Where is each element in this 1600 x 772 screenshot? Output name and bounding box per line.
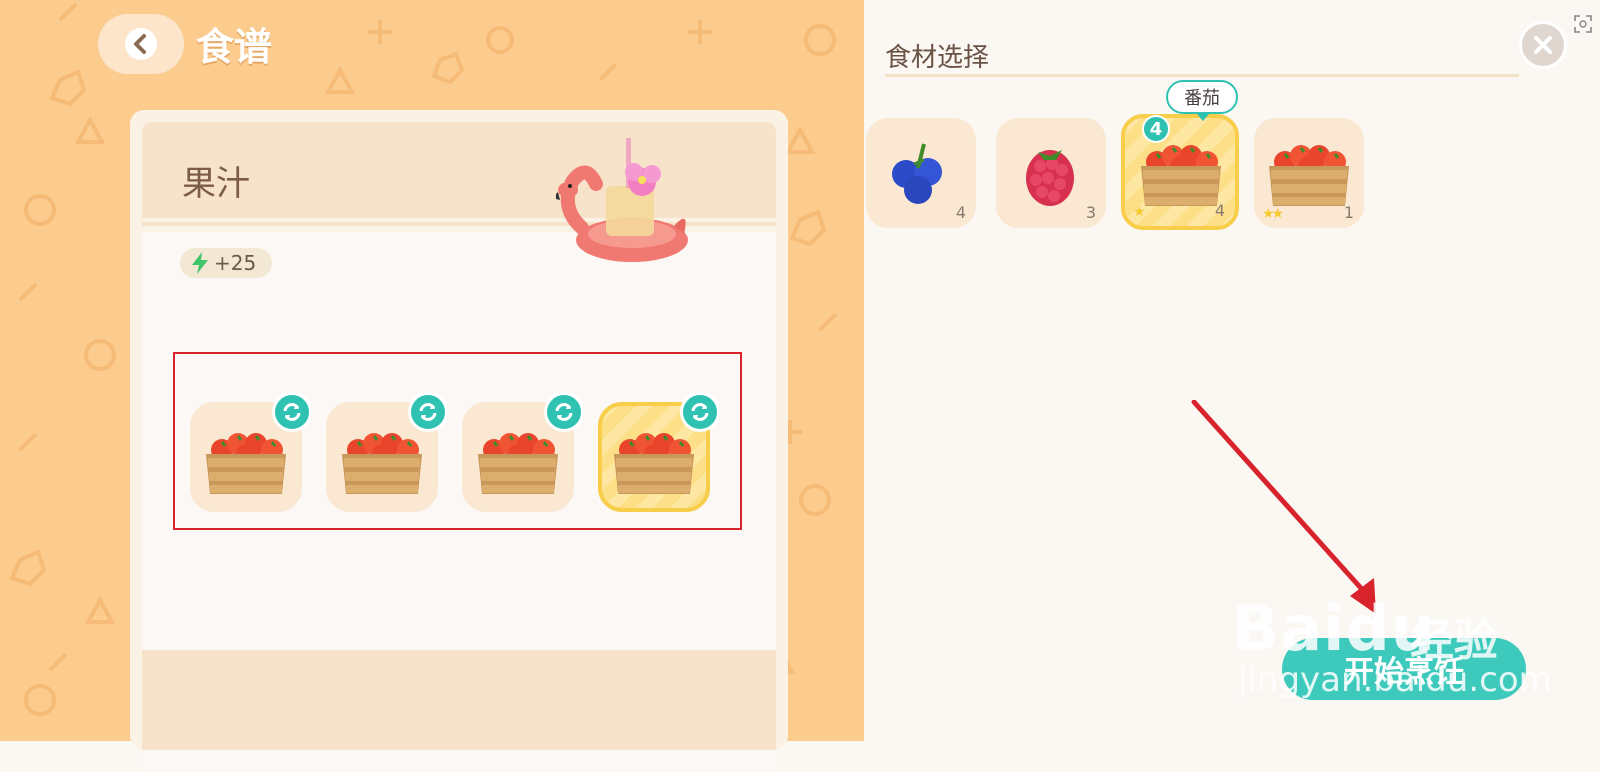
raspberry-icon — [1026, 150, 1074, 206]
close-icon — [1534, 36, 1552, 54]
ingredient-count: 4 — [955, 203, 966, 222]
watermark-brand-cn: 经验 — [1410, 615, 1498, 666]
dish-name: 果汁 — [182, 164, 250, 204]
flamingo-drink-icon — [556, 138, 688, 262]
tomato-crate-icon — [206, 433, 286, 494]
refresh-icon — [555, 403, 573, 421]
star-rating: ★★ — [1262, 206, 1284, 222]
tomato-crate-icon — [478, 433, 558, 494]
blueberry-icon — [892, 143, 942, 204]
refresh-icon — [419, 403, 437, 421]
page-title: 食谱 — [196, 25, 273, 69]
swap-button-3[interactable] — [544, 392, 584, 432]
star-rating: ★ — [1133, 204, 1145, 220]
ingredient-count: 3 — [1085, 203, 1096, 222]
ingredient-tomato-2star[interactable]: ★★ 1 — [1254, 118, 1364, 228]
tomato-crate-icon — [1141, 145, 1221, 206]
watermark-url: jingyan.baidu.com — [1238, 660, 1552, 700]
ingredient-tomato-1star[interactable]: ★ 4 — [1121, 114, 1239, 230]
refresh-icon — [691, 403, 709, 421]
recipe-card-footer — [142, 650, 776, 750]
lightning-icon — [192, 252, 208, 274]
energy-value: +25 — [214, 251, 257, 275]
annotation-arrow — [1191, 400, 1376, 614]
tomato-crate-icon — [1269, 145, 1349, 206]
tomato-crate-icon — [614, 433, 694, 494]
selected-count-badge: 4 — [1142, 115, 1170, 143]
watermark-brand: Baidu — [1232, 592, 1436, 665]
back-button[interactable] — [98, 14, 184, 74]
ingredient-blueberry[interactable]: 4 — [866, 118, 976, 228]
swap-button-4[interactable] — [680, 392, 720, 432]
divider — [885, 74, 1519, 77]
swap-button-2[interactable] — [408, 392, 448, 432]
scan-icon[interactable] — [1573, 14, 1593, 34]
ingredient-raspberry[interactable]: 3 — [996, 118, 1106, 228]
refresh-icon — [283, 403, 301, 421]
panel-title: 食材选择 — [885, 43, 990, 73]
back-arrow-icon — [125, 28, 157, 60]
ingredient-count: 4 — [1214, 201, 1225, 220]
close-button[interactable] — [1519, 21, 1567, 69]
energy-badge: +25 — [180, 248, 272, 278]
ingredient-tooltip: 番茄 — [1166, 80, 1238, 121]
tomato-crate-icon — [342, 433, 422, 494]
ingredient-count: 1 — [1343, 203, 1354, 222]
swap-button-1[interactable] — [272, 392, 312, 432]
